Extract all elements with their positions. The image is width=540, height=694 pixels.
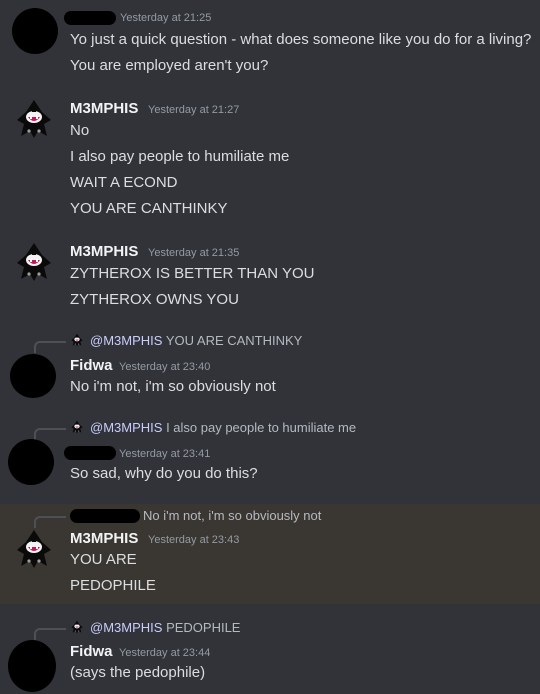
redacted-username[interactable]: [64, 446, 116, 460]
avatar[interactable]: [10, 354, 56, 398]
reply-mention[interactable]: @M3MPHIS: [90, 420, 162, 435]
message-line: WAIT A ECOND: [70, 174, 178, 191]
redacted-reply-author: [70, 509, 140, 523]
reply-content: I also pay people to humiliate me: [166, 420, 357, 435]
message-line: So sad, why do you do this?: [70, 465, 258, 482]
username[interactable]: Fidwa: [70, 643, 113, 660]
message-line: I also pay people to humiliate me: [70, 148, 290, 165]
reply-text: @M3MPHIS PEDOPHILE: [90, 619, 240, 637]
message-line: You are employed aren't you?: [70, 57, 269, 74]
message-0: Yesterday at 21:25 Yo just a quick quest…: [0, 0, 540, 88]
reply-avatar: [70, 620, 84, 634]
message-line: ZYTHEROX OWNS YOU: [70, 291, 239, 308]
message-line: ZYTHEROX IS BETTER THAN YOU: [70, 265, 315, 282]
avatar[interactable]: [8, 439, 54, 485]
message-line: YOU ARE: [70, 551, 137, 568]
message-6: @M3MPHIS PEDOPHILE Fidwa Yesterday at 23…: [0, 616, 540, 694]
username[interactable]: M3MPHIS: [70, 530, 138, 547]
message-line: No: [70, 122, 90, 139]
message-line: YOU ARE CANTHINKY: [70, 200, 228, 217]
timestamp[interactable]: Yesterday at 23:41: [119, 448, 210, 460]
avatar[interactable]: [13, 98, 55, 140]
avatar[interactable]: [12, 8, 58, 54]
timestamp[interactable]: Yesterday at 21:35: [148, 247, 239, 259]
avatar[interactable]: [8, 640, 56, 692]
username[interactable]: M3MPHIS: [70, 100, 138, 117]
message-line: Yo just a quick question - what does som…: [70, 31, 532, 48]
reply-spine: [34, 428, 66, 440]
reply-spine: [34, 516, 66, 528]
reply-avatar: [70, 420, 84, 434]
username[interactable]: Fidwa: [70, 357, 113, 374]
message-1: M3MPHIS Yesterday at 21:27 No I also pay…: [0, 92, 540, 232]
message-line: (says the pedophile): [70, 664, 206, 681]
timestamp[interactable]: Yesterday at 23:43: [148, 534, 239, 546]
reply-mention[interactable]: @M3MPHIS: [90, 333, 162, 348]
reply-mention[interactable]: @M3MPHIS: [90, 620, 162, 635]
timestamp[interactable]: Yesterday at 23:40: [119, 361, 210, 373]
reply-content: No i'm not, i'm so obviously not: [143, 508, 322, 523]
message-line: No i'm not, i'm so obviously not: [70, 378, 276, 395]
username[interactable]: M3MPHIS: [70, 243, 138, 260]
reply-avatar: [70, 333, 84, 347]
message-5: No i'm not, i'm so obviously not M3MPHIS…: [0, 504, 540, 604]
timestamp[interactable]: Yesterday at 21:27: [148, 104, 239, 116]
message-2: M3MPHIS Yesterday at 21:35 ZYTHEROX IS B…: [0, 235, 540, 315]
timestamp[interactable]: Yesterday at 23:44: [119, 647, 210, 659]
reply-text: @M3MPHIS YOU ARE CANTHINKY: [90, 332, 302, 350]
avatar[interactable]: [13, 528, 55, 570]
message-4: @M3MPHIS I also pay people to humiliate …: [0, 415, 540, 495]
reply-text: @M3MPHIS I also pay people to humiliate …: [90, 419, 356, 437]
reply-spine: [34, 341, 66, 353]
timestamp[interactable]: Yesterday at 21:25: [120, 12, 211, 24]
message-line: PEDOPHILE: [70, 577, 156, 594]
message-3: @M3MPHIS YOU ARE CANTHINKY Fidwa Yesterd…: [0, 328, 540, 404]
avatar[interactable]: [13, 241, 55, 283]
reply-spine: [34, 628, 66, 640]
reply-content: YOU ARE CANTHINKY: [165, 333, 303, 348]
redacted-username[interactable]: [64, 11, 116, 25]
reply-content: PEDOPHILE: [166, 620, 241, 635]
